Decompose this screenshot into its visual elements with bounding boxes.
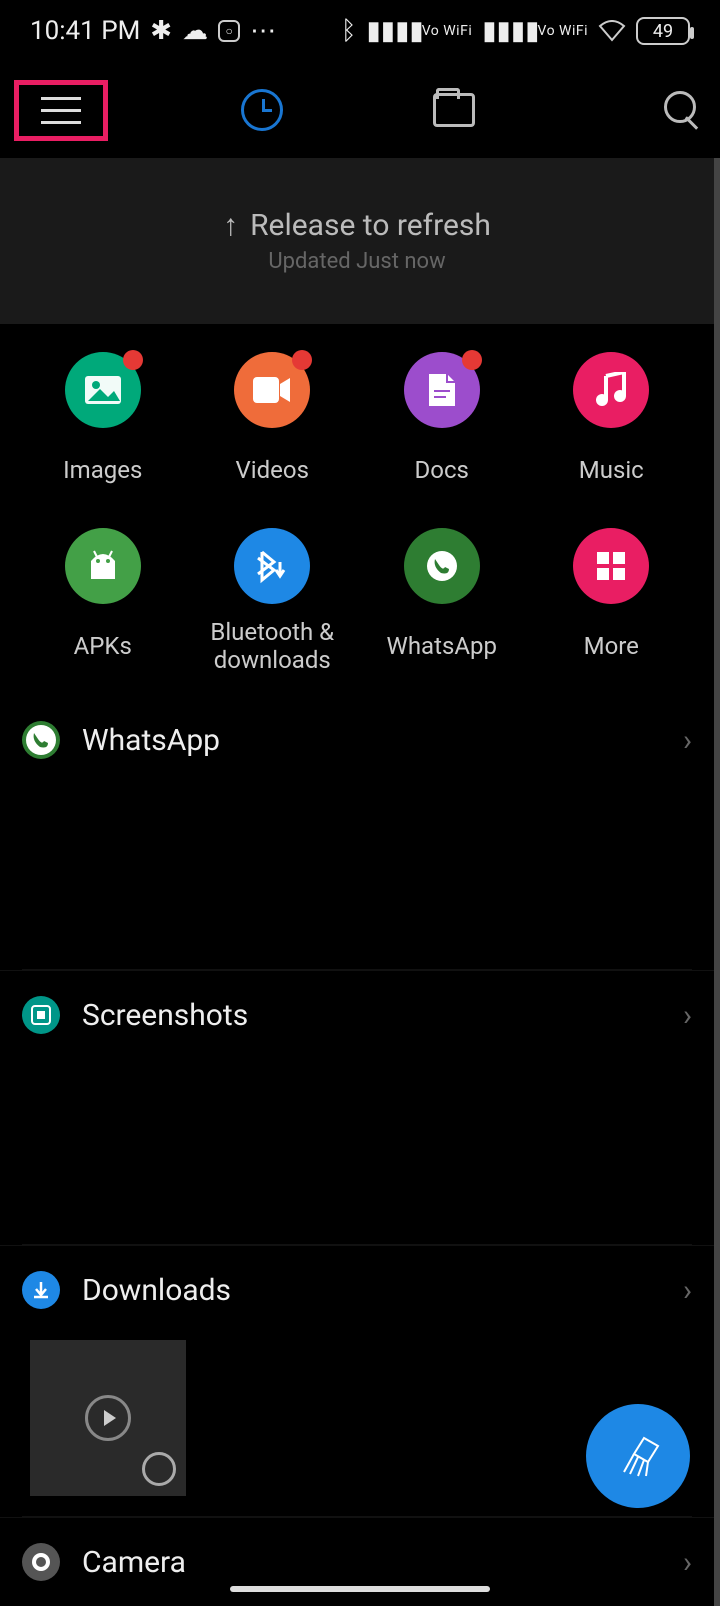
chevron-right-icon: ›	[683, 1545, 692, 1580]
category-label: Images	[63, 442, 142, 498]
category-more[interactable]: More	[527, 528, 697, 674]
section-body	[22, 784, 692, 970]
nav-indicator[interactable]	[230, 1586, 490, 1592]
image-icon	[65, 352, 141, 428]
battery-indicator: 49	[636, 17, 690, 45]
android-icon	[65, 528, 141, 604]
category-whatsapp[interactable]: WhatsApp	[357, 528, 527, 674]
overlay-circle-icon	[142, 1452, 176, 1486]
section-camera: Camera ›	[0, 1517, 714, 1606]
status-bar: 10:41 PM ✱ ☁ ○ ⋯ ᛒ ▮▮▮▮ Vo WiFi ▮▮▮▮ Vo …	[0, 0, 720, 62]
more-dots-icon: ⋯	[250, 16, 276, 46]
section-header[interactable]: Camera ›	[22, 1518, 692, 1606]
music-icon	[573, 352, 649, 428]
badge-dot	[462, 350, 482, 370]
camera-icon	[22, 1543, 60, 1581]
category-label: Docs	[415, 442, 469, 498]
pull-to-refresh[interactable]: ↑ Release to refresh Updated Just now	[0, 158, 720, 324]
category-label: WhatsApp	[387, 618, 497, 674]
section-header[interactable]: Screenshots ›	[22, 971, 692, 1059]
clean-icon	[614, 1432, 662, 1480]
signal-icon: ▮▮▮▮	[482, 16, 539, 46]
badge-dot	[123, 350, 143, 370]
search-button[interactable]	[664, 91, 702, 129]
badge-dot	[292, 350, 312, 370]
section-body	[22, 1340, 692, 1517]
download-icon	[22, 1271, 60, 1309]
screenshot-icon	[22, 996, 60, 1034]
app-bar	[0, 62, 720, 158]
doc-icon	[404, 352, 480, 428]
section-screenshots: Screenshots ›	[0, 970, 714, 1245]
menu-button[interactable]	[14, 80, 108, 141]
category-label: Bluetooth & downloads	[188, 618, 358, 674]
storage-tab[interactable]	[433, 93, 475, 127]
category-label: Videos	[236, 442, 309, 498]
category-label: More	[584, 618, 639, 674]
refresh-title: Release to refresh	[250, 208, 491, 243]
chevron-right-icon: ›	[683, 723, 692, 758]
category-music[interactable]: Music	[527, 352, 697, 498]
category-grid: Images Videos Docs Music APKs Bluetooth …	[0, 324, 720, 696]
whatsapp-icon	[22, 721, 60, 759]
arrow-up-icon: ↑	[223, 208, 238, 243]
category-label: APKs	[74, 618, 132, 674]
recent-tab[interactable]	[241, 89, 283, 131]
chevron-right-icon: ›	[683, 1273, 692, 1308]
category-label: Music	[579, 442, 644, 498]
section-header[interactable]: Downloads ›	[22, 1246, 692, 1334]
video-icon	[234, 352, 310, 428]
cloud-icon: ☁	[182, 16, 208, 46]
section-title: Camera	[82, 1545, 186, 1580]
cleaner-fab[interactable]	[586, 1404, 690, 1508]
status-time: 10:41 PM	[30, 16, 140, 46]
video-thumbnail[interactable]	[30, 1340, 186, 1496]
wifi-icon	[598, 20, 626, 42]
section-header[interactable]: WhatsApp ›	[22, 696, 692, 784]
grid-icon	[573, 528, 649, 604]
vowifi-label-2: Vo WiFi	[537, 25, 588, 37]
section-whatsapp: WhatsApp ›	[0, 696, 714, 970]
refresh-subtitle: Updated Just now	[268, 249, 445, 274]
section-title: Screenshots	[82, 998, 248, 1033]
section-title: WhatsApp	[82, 723, 220, 758]
chevron-right-icon: ›	[683, 998, 692, 1033]
category-apks[interactable]: APKs	[18, 528, 188, 674]
whatsapp-icon	[404, 528, 480, 604]
section-title: Downloads	[82, 1273, 231, 1308]
section-body	[22, 1059, 692, 1245]
bt-download-icon	[234, 528, 310, 604]
signal-icon: ▮▮▮▮	[366, 16, 423, 46]
slack-icon: ✱	[150, 16, 172, 46]
category-images[interactable]: Images	[18, 352, 188, 498]
bluetooth-icon: ᛒ	[341, 16, 357, 46]
category-docs[interactable]: Docs	[357, 352, 527, 498]
play-icon	[85, 1395, 131, 1441]
category-bluetooth-downloads[interactable]: Bluetooth & downloads	[188, 528, 358, 674]
category-videos[interactable]: Videos	[188, 352, 358, 498]
instagram-icon: ○	[218, 20, 240, 42]
vowifi-label-1: Vo WiFi	[422, 25, 473, 37]
